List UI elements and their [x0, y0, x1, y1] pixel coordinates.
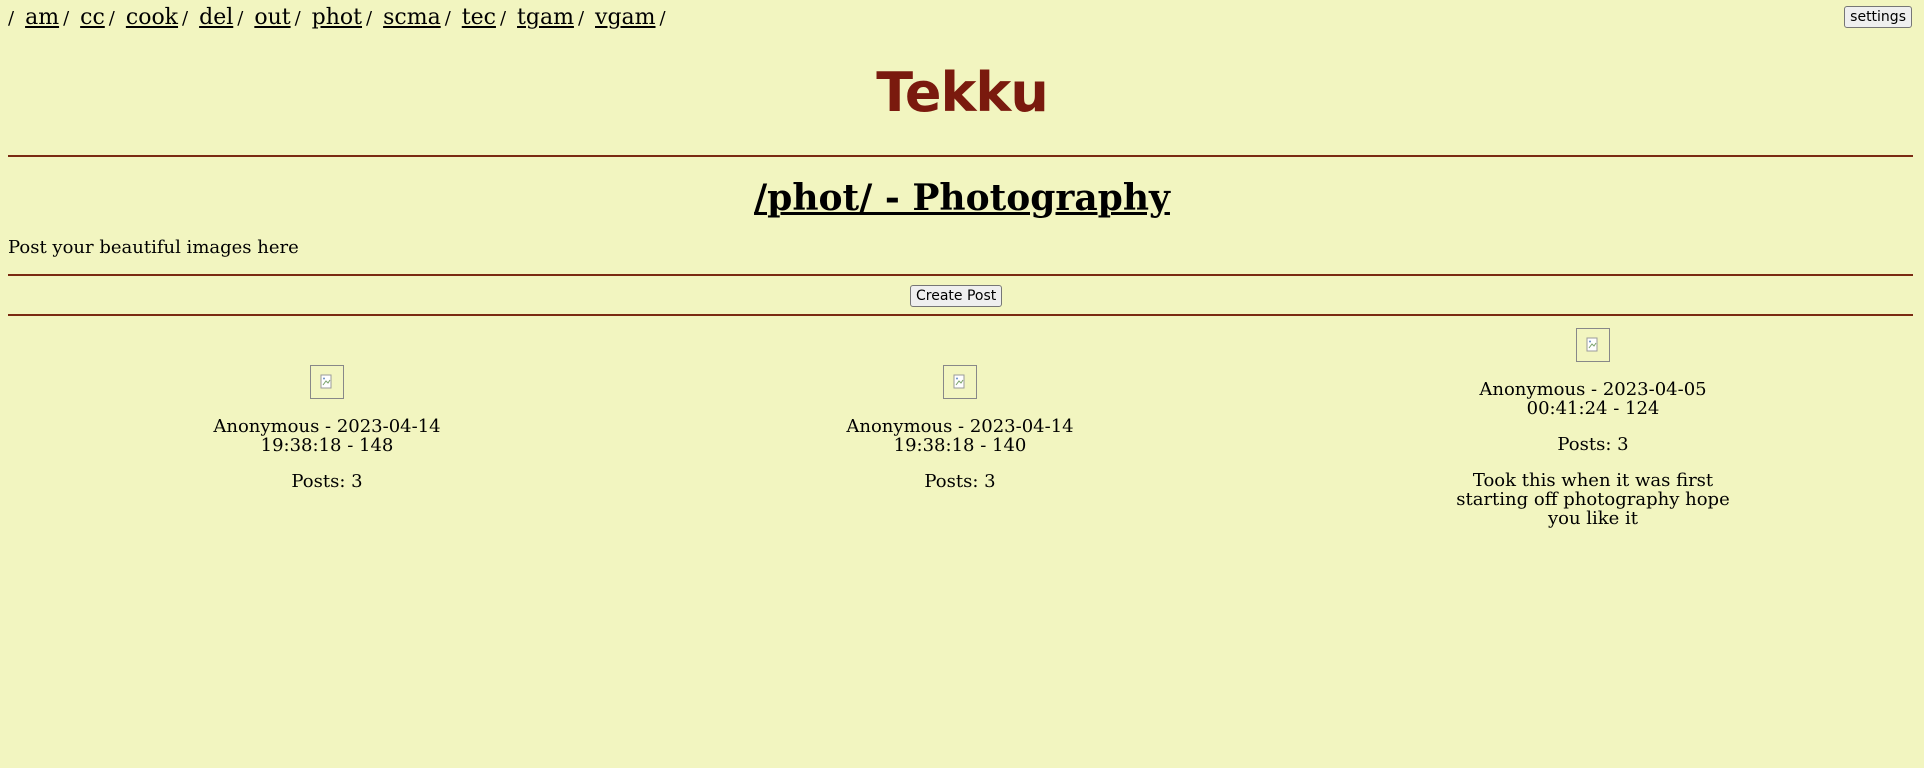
- thread-time-id: 19:38:18 - 148: [260, 435, 394, 456]
- divider: [8, 314, 1913, 316]
- thread-author-date: Anonymous - 2023-04-14: [213, 416, 441, 437]
- board-link-cc[interactable]: cc: [80, 5, 105, 30]
- thread-body-line: Took this when it was first: [1472, 470, 1714, 491]
- thread-body: Took this when it was first starting off…: [1443, 471, 1743, 528]
- settings-button[interactable]: settings: [1844, 6, 1912, 28]
- create-post-button[interactable]: Create Post: [910, 285, 1003, 307]
- thread-author-date: Anonymous - 2023-04-14: [846, 416, 1074, 437]
- site-logo-title: Tekku: [876, 61, 1049, 124]
- divider: [8, 274, 1913, 276]
- nav-separator: /: [8, 8, 15, 29]
- divider: [8, 155, 1913, 157]
- board-description: Post your beautiful images here: [8, 237, 299, 258]
- thread-post-count: Posts: 3: [291, 471, 363, 492]
- board-link-tgam[interactable]: tgam: [517, 5, 574, 30]
- nav-separator: /: [182, 8, 189, 29]
- thread-body-line: you like it: [1547, 508, 1639, 529]
- board-link-am[interactable]: am: [25, 5, 59, 30]
- thread-card: Anonymous - 2023-04-14 19:38:18 - 140 Po…: [810, 365, 1110, 491]
- board-link-scma[interactable]: scma: [383, 5, 441, 30]
- thread-card: Anonymous - 2023-04-14 19:38:18 - 148 Po…: [177, 365, 477, 491]
- board-link-vgam[interactable]: vgam: [595, 5, 656, 30]
- board-link-phot[interactable]: phot: [312, 5, 362, 30]
- nav-separator: /: [63, 8, 70, 29]
- nav-separator: /: [294, 8, 301, 29]
- board-link-tec[interactable]: tec: [462, 5, 496, 30]
- nav-separator: /: [444, 8, 451, 29]
- nav-separator: /: [577, 8, 585, 29]
- thread-time-id: 19:38:18 - 140: [893, 435, 1027, 456]
- broken-image-icon: [320, 374, 332, 389]
- thread-thumbnail[interactable]: [1576, 328, 1610, 362]
- thread-post-count: Posts: 3: [924, 471, 996, 492]
- thread-body-line: starting off photography hope: [1456, 489, 1730, 510]
- thread-author-date: Anonymous - 2023-04-05: [1479, 379, 1707, 400]
- thread-meta: Anonymous - 2023-04-05 00:41:24 - 124: [1443, 380, 1743, 418]
- board-title[interactable]: /phot/ - Photography: [0, 176, 1924, 220]
- board-nav: / am / cc / cook / del / out / phot / scma / te…: [8, 4, 670, 33]
- thread-thumbnail[interactable]: [943, 365, 977, 399]
- nav-separator: /: [499, 8, 507, 29]
- thread-meta: Anonymous - 2023-04-14 19:38:18 - 148: [177, 417, 477, 455]
- thread-card: Anonymous - 2023-04-05 00:41:24 - 124 Po…: [1443, 328, 1743, 528]
- board-link-out[interactable]: out: [254, 5, 290, 30]
- thread-post-count: Posts: 3: [1557, 434, 1629, 455]
- thread-thumbnail[interactable]: [310, 365, 344, 399]
- broken-image-icon: [953, 374, 965, 389]
- thread-meta: Anonymous - 2023-04-14 19:38:18 - 140: [810, 417, 1110, 455]
- board-link-cook[interactable]: cook: [126, 5, 178, 30]
- nav-separator: /: [366, 8, 373, 29]
- thread-time-id: 00:41:24 - 124: [1526, 398, 1660, 419]
- nav-separator: /: [659, 8, 666, 29]
- broken-image-icon: [1586, 337, 1598, 352]
- board-link-del[interactable]: del: [199, 5, 233, 30]
- nav-separator: /: [108, 8, 115, 29]
- nav-separator: /: [237, 8, 244, 29]
